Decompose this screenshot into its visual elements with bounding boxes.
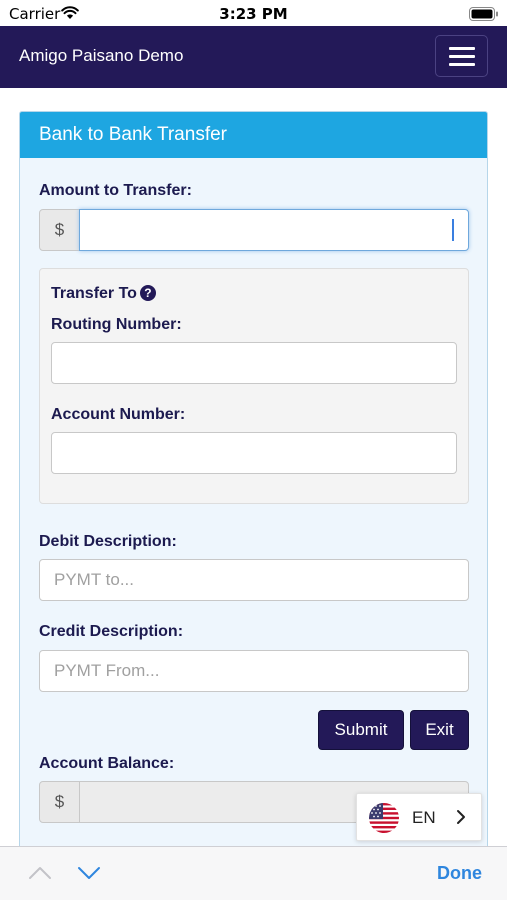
amount-input[interactable] [79,209,469,251]
submit-button[interactable]: Submit [318,710,404,750]
balance-currency-addon: $ [39,781,80,823]
panel-title: Bank to Bank Transfer [39,124,227,145]
clock: 3:23 PM [219,5,288,23]
amount-input-group: $ [39,209,469,251]
question-circle-icon[interactable]: ? [139,285,156,301]
debit-description-input[interactable] [39,559,469,601]
language-selector[interactable]: EN [356,793,482,841]
account-number-label: Account Number: [51,406,186,423]
transfer-to-section: Transfer To? Routing Number: Account Num… [39,268,469,504]
amount-label: Amount to Transfer: [39,182,192,199]
chevron-down-icon[interactable] [77,865,101,886]
hamburger-icon-bar [449,63,475,66]
transfer-to-text: Transfer To [51,285,137,302]
language-code: EN [412,808,436,827]
transfer-to-heading: Transfer To? [51,285,156,303]
chevron-up-icon[interactable] [28,865,52,886]
panel-heading: Bank to Bank Transfer [20,112,487,158]
app-title: Amigo Paisano Demo [19,46,184,65]
hamburger-icon-bar [449,47,475,50]
keyboard-accessory-bar: Done [0,846,507,900]
account-balance-label: Account Balance: [39,755,175,772]
currency-addon: $ [39,209,80,251]
exit-button[interactable]: Exit [410,710,469,750]
done-button[interactable]: Done [437,863,482,884]
routing-number-input[interactable] [51,342,457,384]
debit-description-label: Debit Description: [39,533,177,550]
credit-description-input[interactable] [39,650,469,692]
text-cursor [452,219,454,241]
app-navbar: Amigo Paisano Demo [0,26,507,88]
battery-icon [469,6,499,25]
routing-number-label: Routing Number: [51,316,182,333]
transfer-panel: Bank to Bank Transfer Amount to Transfer… [19,111,488,851]
status-bar: Carrier 3:23 PM [0,0,507,26]
menu-toggle-button[interactable] [435,35,488,77]
hamburger-icon-bar [449,55,475,58]
us-flag-icon [369,803,399,833]
credit-description-label: Credit Description: [39,623,184,640]
account-number-input[interactable] [51,432,457,474]
chevron-right-icon [456,809,466,830]
